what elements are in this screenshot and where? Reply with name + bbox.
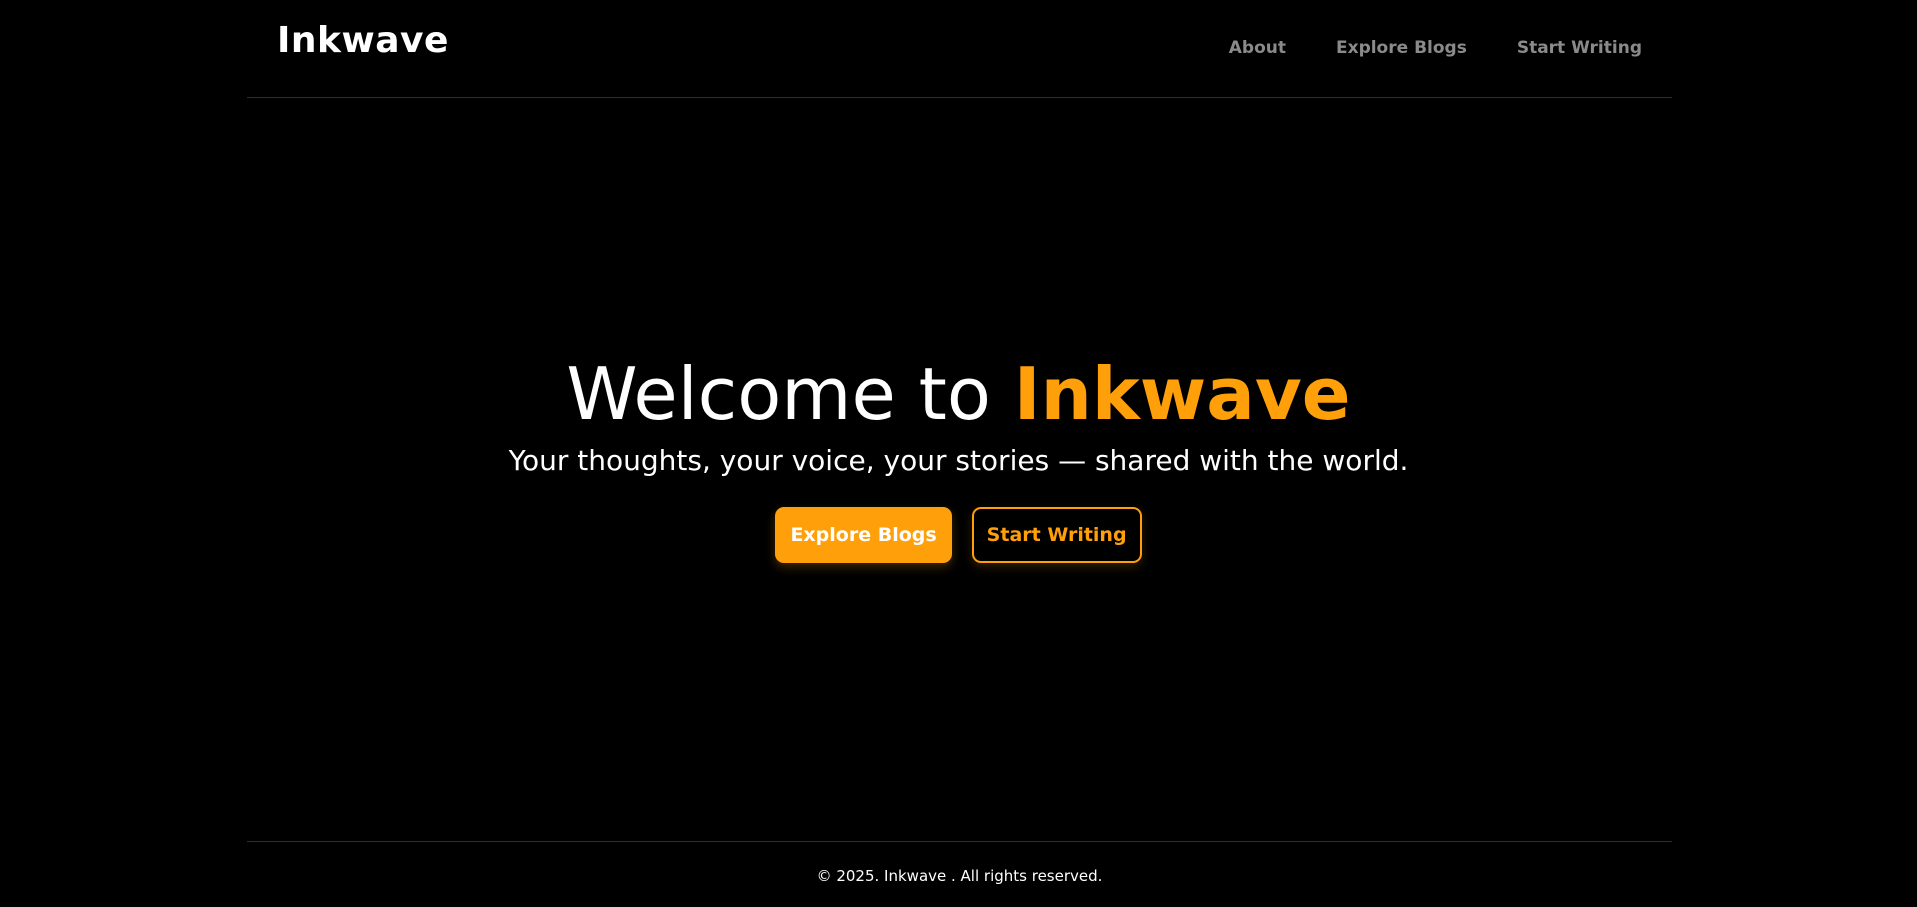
hero-subtitle: Your thoughts, your voice, your stories …	[508, 444, 1409, 478]
hero-actions: Explore Blogs Start Writing	[0, 507, 1917, 564]
hero-title-brand: Inkwave	[1013, 352, 1351, 436]
site-header: Inkwave About Explore Blogs Start Writin…	[247, 0, 1672, 98]
start-writing-button[interactable]: Start Writing	[971, 507, 1142, 564]
nav-link-about[interactable]: About	[1229, 38, 1286, 58]
nav-link-explore-blogs[interactable]: Explore Blogs	[1336, 38, 1467, 58]
footer-copyright: © 2025. Inkwave . All rights reserved.	[816, 867, 1103, 885]
nav-link-start-writing[interactable]: Start Writing	[1517, 38, 1642, 58]
hero-section: Welcome to Inkwave Your thoughts, your v…	[0, 352, 1917, 564]
landing-page: Inkwave About Explore Blogs Start Writin…	[0, 0, 1917, 907]
hero-title-prefix: Welcome to	[566, 352, 1014, 436]
main-nav: About Explore Blogs Start Writing	[1229, 38, 1642, 58]
site-footer: © 2025. Inkwave . All rights reserved.	[247, 841, 1672, 907]
hero-title: Welcome to Inkwave	[0, 352, 1917, 436]
explore-blogs-button[interactable]: Explore Blogs	[775, 507, 952, 564]
site-logo[interactable]: Inkwave	[277, 20, 449, 61]
